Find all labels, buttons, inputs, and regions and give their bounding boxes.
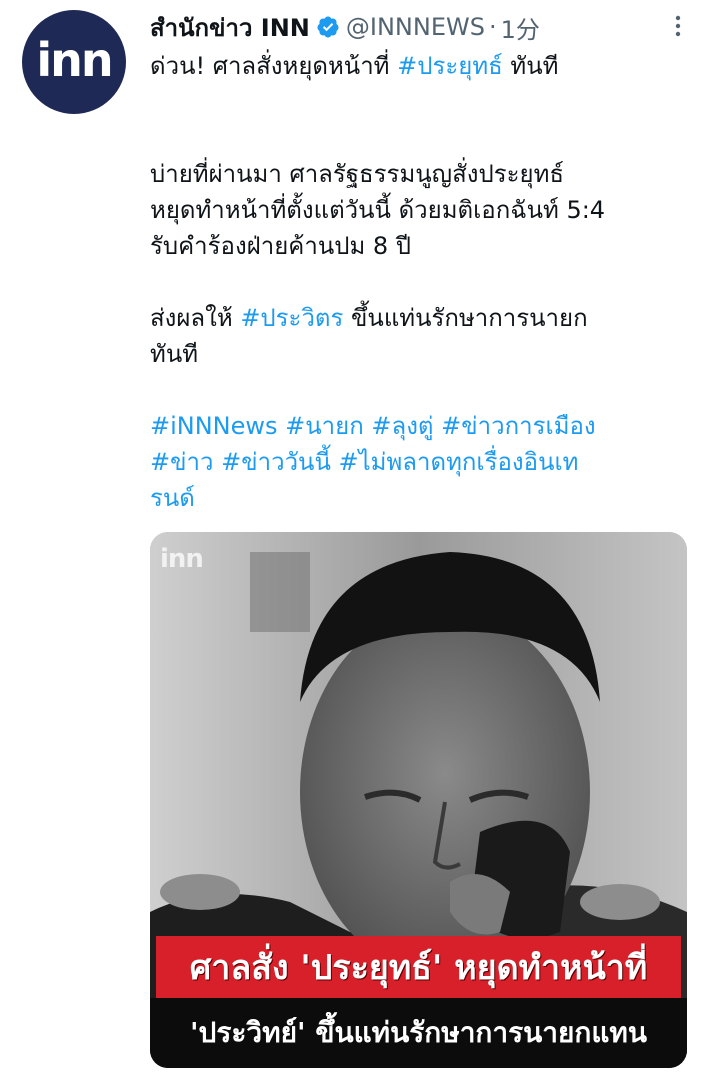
body-line: ทันที: [150, 340, 199, 368]
body-line: หยุดทำหน้าที่ตั้งแต่วันนี้ ด้วยมติเอกฉัน…: [150, 196, 606, 224]
tweet-body: ด่วน! ศาลสั่งหยุดหน้าที่ #ประยุทธ์ ทันที…: [150, 48, 695, 516]
hashtag-links[interactable]: #ข่าว #ข่าววันนี้ #ไม่พลาดทุกเรื่องอินเท: [150, 444, 695, 480]
caption-banner-black: 'ประวิทย์' ขึ้นแท่นรักษาการนายกแทน: [150, 998, 687, 1068]
avatar-logo-text: inn: [36, 33, 113, 87]
headline-line: ด่วน! ศาลสั่งหยุดหน้าที่ #ประยุทธ์ ทันที: [150, 48, 695, 84]
body-line: บ่ายที่ผ่านมา ศาลรัฐธรรมนูญสั่งประยุทธ์: [150, 160, 565, 188]
account-name[interactable]: สำนักข่าว INN: [150, 8, 310, 47]
body-line: ส่งผลให้ #ประวิตร ขึ้นแท่นรักษาการนายก: [150, 300, 695, 336]
hashtag-links[interactable]: #iNNNews #นายก #ลุงตู่ #ข่าวการเมือง: [150, 408, 695, 444]
account-handle[interactable]: @INNNEWS: [346, 13, 485, 41]
separator-dot: ·: [488, 13, 497, 41]
caption-line-1: ศาลสั่ง 'ประยุทธ์' หยุดทำหน้าที่: [189, 948, 648, 988]
tweet-media-image[interactable]: inn ศาลสั่ง 'ประยุทธ์' หยุดทำหน้าที่ 'ปร…: [150, 532, 687, 1068]
body-text-after: ขึ้นแท่นรักษาการนายก: [343, 304, 588, 332]
body-text: ส่งผลให้: [150, 304, 241, 332]
hashtag-links[interactable]: รนด์: [150, 480, 695, 516]
avatar[interactable]: inn: [22, 10, 126, 114]
tweet-header: สำนักข่าว INN @INNNEWS · 1分: [150, 10, 540, 44]
verified-badge-icon: [317, 16, 339, 38]
caption-banner-red: ศาลสั่ง 'ประยุทธ์' หยุดทำหน้าที่: [156, 936, 681, 998]
hashtag-link[interactable]: #ประยุทธ์: [397, 52, 503, 80]
caption-line-2: 'ประวิทย์' ขึ้นแท่นรักษาการนายกแทน: [189, 1016, 647, 1049]
hashtag-link[interactable]: #ประวิตร: [240, 304, 343, 332]
headline-text-after: ทันที: [502, 52, 559, 80]
tweet-time[interactable]: 1分: [501, 10, 540, 45]
body-line: รับคำร้องฝ่ายค้านปม 8 ปี: [150, 232, 412, 260]
watermark-logo: inn: [160, 544, 204, 574]
more-icon[interactable]: [668, 14, 688, 38]
headline-text: ด่วน! ศาลสั่งหยุดหน้าที่: [150, 52, 398, 80]
